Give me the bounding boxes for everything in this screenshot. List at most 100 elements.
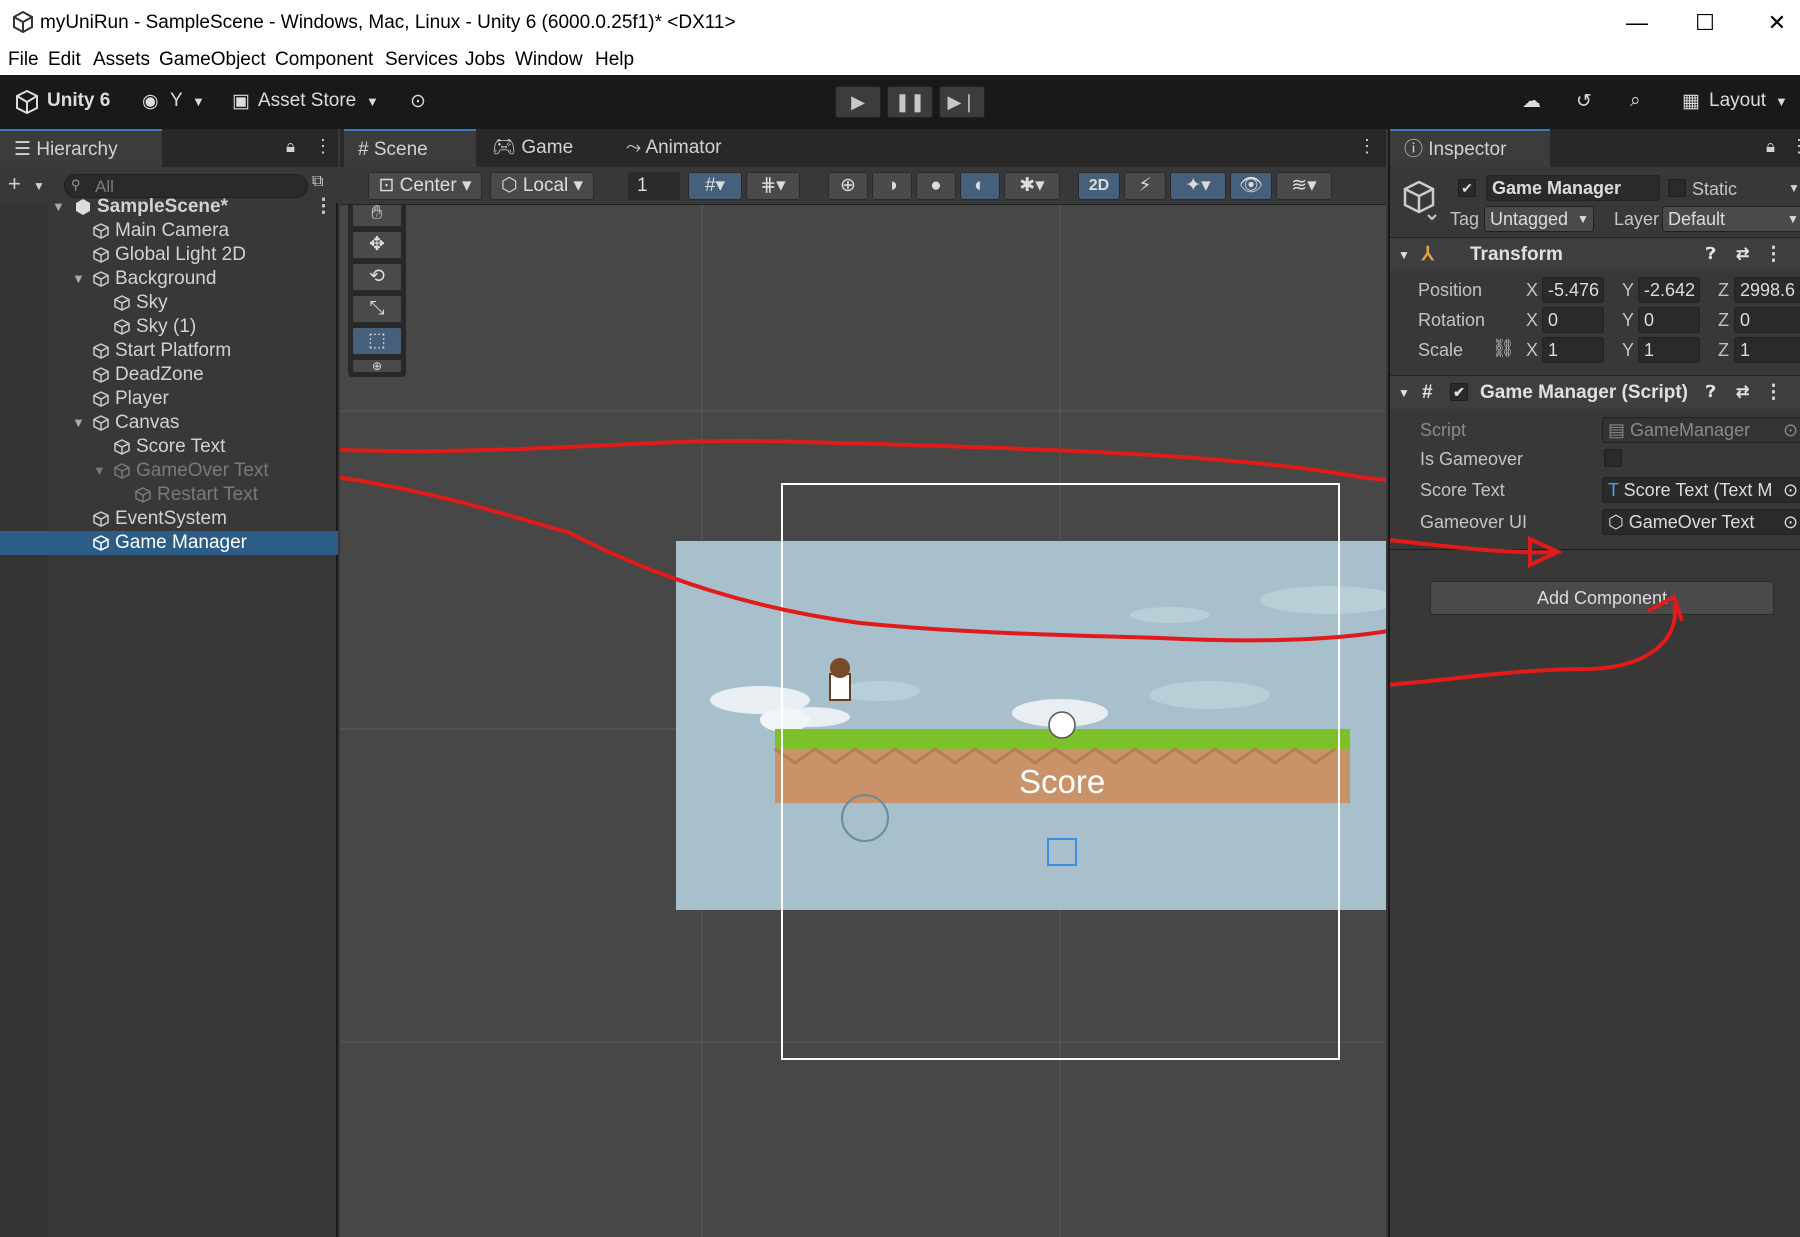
menu-file[interactable]: File (8, 49, 39, 71)
presets-icon[interactable]: ⇄ (1736, 376, 1749, 410)
hierarchy-item-score-text[interactable]: Score Text (0, 435, 338, 459)
position-y-field[interactable]: -2.642 (1638, 277, 1700, 303)
version-control-icon[interactable]: ⊙ (410, 90, 426, 113)
tag-dropdown[interactable]: Untagged ▼ (1484, 206, 1594, 232)
lock-icon[interactable]: 🔒︎ (1766, 137, 1775, 157)
shading-wireframe-icon[interactable]: ⊕ (828, 172, 868, 200)
snap-icon[interactable]: ⋕▾ (746, 172, 800, 200)
scale-tool-icon[interactable]: ⤡ (352, 295, 402, 323)
unity-version-label[interactable]: Unity 6 (47, 90, 110, 112)
menu-component[interactable]: Component (275, 49, 373, 71)
hierarchy-item-sky[interactable]: Sky (0, 291, 338, 315)
hierarchy-item-background[interactable]: ▼ Background (0, 267, 338, 291)
more-icon[interactable]: ⋮ (1764, 238, 1783, 272)
layout-button[interactable]: Layout (1709, 90, 1766, 112)
shading-shaded-wire-icon[interactable]: ◑ (872, 172, 912, 200)
tab-animator[interactable]: ⤳ Animator (612, 129, 762, 167)
shading-shaded-icon[interactable]: ● (916, 172, 956, 200)
tab-game[interactable]: 🎮︎ Game (478, 129, 608, 167)
step-button[interactable]: ▶❘ (939, 86, 985, 118)
menu-window[interactable]: Window (515, 49, 583, 71)
more-icon[interactable]: ⋮ (314, 136, 332, 157)
minimize-button[interactable]: — (1612, 6, 1662, 40)
pivot-dropdown[interactable]: ⊡ Center ▾ (368, 172, 482, 200)
add-icon[interactable]: + (8, 171, 21, 197)
hierarchy-item-canvas[interactable]: ▼ Canvas (0, 411, 338, 435)
active-checkbox[interactable]: ✔ (1458, 179, 1476, 197)
game-manager-script-header[interactable]: ▼ # ✔ Game Manager (Script) ❓︎ ⇄ ⋮ (1390, 375, 1800, 409)
hierarchy-item-samplescene[interactable]: ▼ SampleScene* ⋮ (0, 195, 338, 219)
shading-unlit-icon[interactable]: ◐ (960, 172, 1000, 200)
transform-header[interactable]: ▼ ⅄ Transform ❓︎ ⇄ ⋮ (1390, 237, 1800, 271)
more-icon[interactable]: ⋮ (314, 195, 333, 219)
menu-help[interactable]: Help (595, 49, 634, 71)
hierarchy-item-sky-1[interactable]: Sky (1) (0, 315, 338, 339)
hierarchy-item-global-light[interactable]: Global Light 2D (0, 243, 338, 267)
layers-icon[interactable]: ≋▾ (1276, 172, 1332, 200)
grid-visibility-icon[interactable]: #▾ (688, 172, 742, 200)
cloud-icon[interactable]: ☁ (1522, 90, 1541, 113)
rotation-y-field[interactable]: 0 (1638, 307, 1700, 333)
tab-inspector[interactable]: ⓘ Inspector (1390, 129, 1550, 167)
pause-button[interactable]: ❚❚ (887, 86, 933, 118)
tab-scene[interactable]: # Scene (344, 129, 476, 167)
hierarchy-item-gameover-text[interactable]: ▼ GameOver Text (0, 459, 338, 483)
scale-y-field[interactable]: 1 (1638, 337, 1700, 363)
menu-services[interactable]: Services (385, 49, 458, 71)
rotation-z-field[interactable]: 0 (1734, 307, 1800, 333)
position-z-field[interactable]: 2998.6 (1734, 277, 1800, 303)
tab-hierarchy[interactable]: ☰ Hierarchy (0, 129, 162, 167)
more-icon[interactable]: ⋮ (1764, 376, 1783, 410)
expand-arrow-icon[interactable]: ▼ (72, 411, 85, 435)
menu-gameobject[interactable]: GameObject (159, 49, 266, 71)
move-tool-icon[interactable]: ✥ (352, 231, 402, 259)
lighting-toggle-icon[interactable]: ⚡︎ (1124, 172, 1166, 200)
rotate-tool-icon[interactable]: ⟲ (352, 263, 402, 291)
grid-snap-input[interactable]: 1 (628, 172, 680, 200)
space-dropdown[interactable]: ⬡ Local ▾ (490, 172, 594, 200)
visibility-eye-icon[interactable]: 👁︎ (1230, 172, 1272, 200)
help-icon[interactable]: ❓︎ (1706, 238, 1716, 272)
rect-tool-icon[interactable]: ⬚ (352, 327, 402, 355)
history-icon[interactable]: ↺ (1576, 90, 1592, 113)
scale-x-field[interactable]: 1 (1542, 337, 1604, 363)
debug-icon[interactable]: ✱▾ (1004, 172, 1060, 200)
score-text-field[interactable]: T Score Text (Text M ⊙ (1602, 477, 1800, 503)
expand-arrow-icon[interactable]: ▼ (93, 459, 106, 483)
hierarchy-item-player[interactable]: Player (0, 387, 338, 411)
object-name-field[interactable]: Game Manager (1486, 175, 1660, 201)
presets-icon[interactable]: ⇄ (1736, 238, 1749, 272)
hierarchy-item-main-camera[interactable]: Main Camera (0, 219, 338, 243)
expand-arrow-icon[interactable]: ▼ (72, 267, 85, 291)
expand-arrow-icon[interactable]: ▼ (1398, 238, 1410, 272)
search-icon[interactable]: ⌕ (1630, 90, 1641, 112)
hierarchy-item-game-manager[interactable]: Game Manager (0, 531, 338, 555)
chevron-down-icon[interactable]: ▼ (1788, 181, 1800, 195)
chevron-down-icon[interactable]: ▼ (33, 179, 45, 193)
link-icon[interactable]: ⛓︎ (1492, 338, 1515, 359)
maximize-button[interactable]: ☐ (1680, 6, 1730, 40)
help-icon[interactable]: ❓︎ (1706, 376, 1716, 410)
scene-search-icon[interactable]: ⧉ (312, 173, 323, 191)
scene-viewport[interactable] (340, 205, 1386, 1237)
close-button[interactable]: ✕ (1752, 6, 1800, 40)
more-icon[interactable]: ⋮ (1358, 136, 1376, 157)
mode-2d-button[interactable]: 2D (1078, 172, 1120, 200)
static-checkbox[interactable] (1668, 179, 1686, 197)
scale-z-field[interactable]: 1 (1734, 337, 1800, 363)
hierarchy-item-start-platform[interactable]: Start Platform (0, 339, 338, 363)
rotation-x-field[interactable]: 0 (1542, 307, 1604, 333)
is-gameover-checkbox[interactable] (1604, 449, 1622, 467)
menu-assets[interactable]: Assets (93, 49, 150, 71)
position-x-field[interactable]: -5.476 (1542, 277, 1604, 303)
component-enabled-checkbox[interactable]: ✔ (1450, 383, 1468, 401)
menu-jobs[interactable]: Jobs (465, 49, 505, 71)
more-icon[interactable]: ⋮ (1790, 136, 1800, 157)
layer-dropdown[interactable]: Default ▼ (1662, 206, 1800, 232)
effects-icon[interactable]: ✦▾ (1170, 172, 1226, 200)
hierarchy-item-eventsystem[interactable]: EventSystem (0, 507, 338, 531)
hierarchy-item-restart-text[interactable]: Restart Text (0, 483, 338, 507)
account-icon[interactable]: ◉ (142, 90, 159, 113)
menu-edit[interactable]: Edit (48, 49, 81, 71)
transform-tool-icon[interactable]: ⊕ (352, 359, 402, 373)
